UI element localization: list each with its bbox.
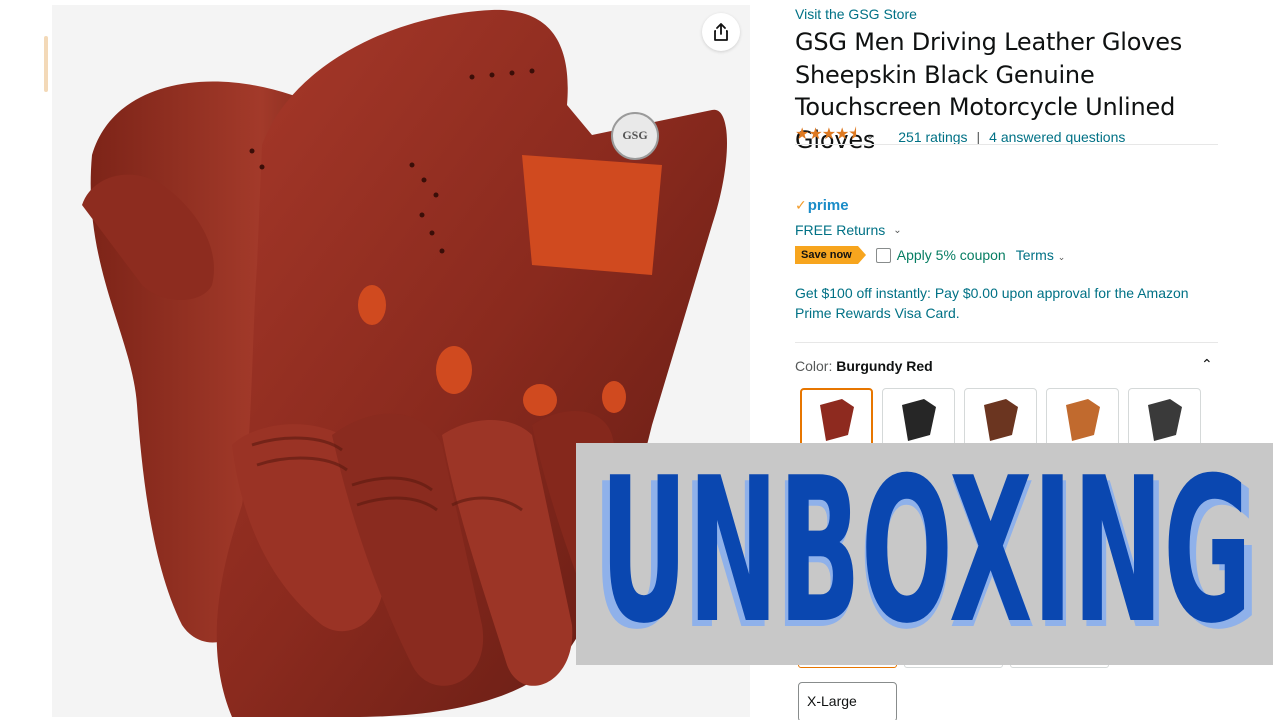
prime-label: prime bbox=[807, 197, 849, 214]
size-option-x-large[interactable]: X-Large bbox=[798, 682, 897, 720]
divider bbox=[795, 144, 1218, 145]
visa-offer-link[interactable]: Get $100 off instantly: Pay $0.00 upon a… bbox=[795, 283, 1225, 323]
chevron-down-icon: ⌄ bbox=[893, 224, 902, 236]
share-icon bbox=[714, 23, 728, 41]
free-returns-label: FREE Returns bbox=[795, 222, 886, 238]
unboxing-text: UNBOXING bbox=[600, 443, 1252, 665]
color-selection-label: Color: Burgundy Red bbox=[795, 358, 1215, 374]
divider bbox=[795, 342, 1218, 343]
coupon-row: Save now Apply 5% coupon Terms ⌄ bbox=[795, 246, 1065, 264]
thumbnail-edge[interactable] bbox=[44, 36, 48, 92]
free-returns[interactable]: FREE Returns ⌄ bbox=[795, 222, 902, 238]
chevron-up-icon[interactable]: ⌃ bbox=[1201, 356, 1213, 373]
glove-thumbnail bbox=[1065, 399, 1100, 441]
glove-thumbnail bbox=[983, 399, 1018, 441]
unboxing-banner: UNBOXING UNBOXING bbox=[576, 443, 1273, 665]
glove-thumbnail bbox=[901, 399, 936, 441]
terms-link[interactable]: Terms ⌄ bbox=[1016, 247, 1066, 263]
share-button[interactable] bbox=[702, 13, 740, 51]
answered-questions-link[interactable]: 4 answered questions bbox=[989, 129, 1125, 145]
ratings-link[interactable]: 251 ratings bbox=[898, 129, 967, 145]
prime-badge: ✓ prime bbox=[795, 197, 849, 214]
store-link[interactable]: Visit the GSG Store bbox=[795, 6, 917, 22]
check-icon: ✓ bbox=[795, 197, 807, 213]
chevron-down-icon: ⌄ bbox=[1057, 252, 1066, 262]
color-label: Color: bbox=[795, 358, 833, 374]
star-rating[interactable]: ★★★★⯨ bbox=[795, 123, 857, 150]
separator: | bbox=[976, 128, 981, 145]
chevron-down-icon[interactable]: ⌄ bbox=[866, 131, 874, 142]
rating-row: ★★★★⯨ ⌄ 251 ratings | 4 answered questio… bbox=[795, 123, 1125, 150]
glove-thumbnail bbox=[1147, 399, 1182, 441]
coupon-label[interactable]: Apply 5% coupon bbox=[897, 247, 1006, 263]
unboxing-title-graphic: UNBOXING UNBOXING bbox=[592, 443, 1260, 665]
selected-color: Burgundy Red bbox=[836, 358, 933, 374]
save-now-badge: Save now bbox=[795, 246, 866, 264]
glove-logo: GSG bbox=[622, 128, 648, 142]
glove-thumbnail bbox=[819, 399, 854, 441]
coupon-checkbox[interactable] bbox=[875, 247, 891, 263]
terms-label: Terms bbox=[1015, 247, 1054, 263]
